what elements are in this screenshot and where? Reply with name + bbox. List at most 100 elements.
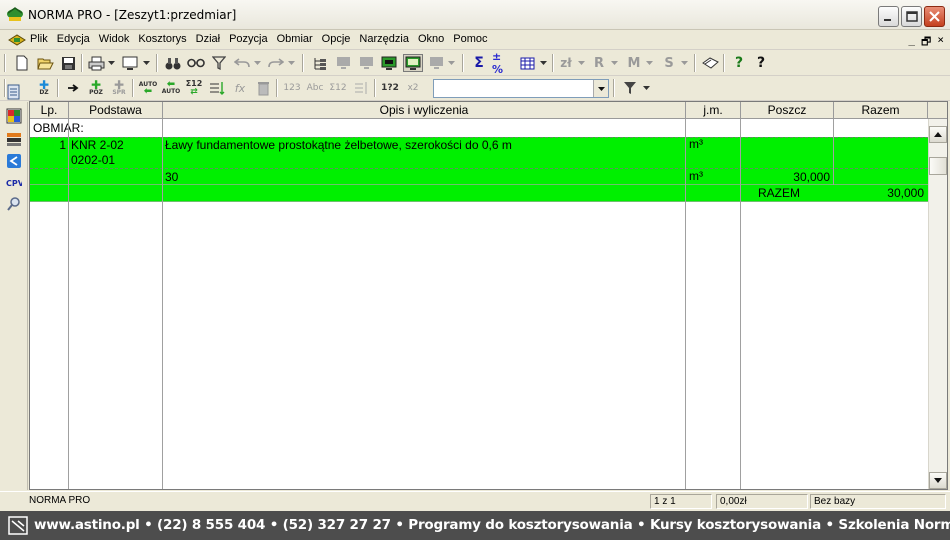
- materials-dropdown[interactable]: [644, 54, 654, 72]
- multiply-button[interactable]: x2: [403, 79, 423, 97]
- scroll-thumb[interactable]: [929, 157, 947, 175]
- funnel-dropdown[interactable]: [641, 79, 651, 97]
- menu-item-edycja[interactable]: Edycja: [57, 33, 90, 45]
- redo-button[interactable]: [266, 54, 286, 72]
- renumber-button[interactable]: Σ12 ⇄: [184, 79, 204, 97]
- preview-button[interactable]: [120, 54, 140, 72]
- title-bar[interactable]: NORMA PRO - [Zeszyt1:przedmiar]: [0, 0, 950, 30]
- footer-text[interactable]: www.astino.pl • (22) 8 555 404 • (52) 32…: [34, 517, 950, 533]
- delete-button[interactable]: [253, 79, 273, 97]
- mdi-minimize-button[interactable]: _: [908, 33, 915, 52]
- view-dropdown[interactable]: [446, 54, 456, 72]
- menu-item-plik[interactable]: Plik: [30, 33, 48, 45]
- book-button[interactable]: [700, 54, 720, 72]
- print-button[interactable]: [86, 54, 106, 72]
- column-header-podstawa[interactable]: Podstawa: [69, 102, 163, 119]
- help-button[interactable]: ?: [729, 54, 749, 72]
- scroll-down-button[interactable]: [929, 472, 947, 489]
- print-dropdown[interactable]: [106, 54, 116, 72]
- materials-button[interactable]: M: [624, 54, 644, 72]
- calc-poszcz[interactable]: 30,000: [741, 170, 830, 184]
- row-lp[interactable]: 1: [30, 138, 66, 152]
- add-section-button[interactable]: ✚ DZ: [34, 79, 54, 97]
- sum-razem[interactable]: 30,000: [834, 186, 924, 200]
- sum-button[interactable]: Σ: [469, 54, 489, 72]
- filter-combo-arrow[interactable]: [593, 80, 608, 97]
- minimize-button[interactable]: [878, 6, 899, 27]
- calc-opis[interactable]: 30: [165, 170, 178, 184]
- redo-dropdown[interactable]: [286, 54, 296, 72]
- menu-item-kosztorys[interactable]: Kosztorys: [138, 33, 186, 45]
- open-button[interactable]: [35, 54, 55, 72]
- menu-item-pozycja[interactable]: Pozycja: [229, 33, 268, 45]
- mdi-close-button[interactable]: ×: [937, 33, 944, 52]
- search-icon[interactable]: [6, 196, 22, 212]
- mdi-restore-button[interactable]: 🗗: [921, 33, 931, 52]
- menu-item-dział[interactable]: Dział: [196, 33, 220, 45]
- green-screen-button[interactable]: [379, 54, 399, 72]
- menu-item-obmiar[interactable]: Obmiar: [277, 33, 313, 45]
- currency-button[interactable]: zł: [556, 54, 576, 72]
- close-button[interactable]: [924, 6, 945, 27]
- jump-button[interactable]: [63, 79, 83, 97]
- percent-button[interactable]: ±%: [492, 50, 512, 76]
- cpv-icon[interactable]: CPV: [6, 174, 22, 190]
- menu-item-okno[interactable]: Okno: [418, 33, 444, 45]
- auto-down-button[interactable]: ⬅ AUTO: [161, 79, 181, 97]
- table-dropdown[interactable]: [538, 54, 548, 72]
- find-button[interactable]: [163, 54, 183, 72]
- menu-item-opcje[interactable]: Opcje: [322, 33, 351, 45]
- tree-view-button[interactable]: [310, 54, 330, 72]
- undo-button[interactable]: [232, 54, 252, 72]
- document-menu-icon[interactable]: [8, 33, 26, 47]
- calc-jm[interactable]: m³: [689, 169, 703, 183]
- row-jm[interactable]: m³: [689, 137, 703, 151]
- filter-button[interactable]: [209, 54, 229, 72]
- funnel-filter-button[interactable]: [620, 79, 640, 97]
- text-button[interactable]: Abc: [305, 79, 325, 97]
- numbers-button[interactable]: 123: [282, 79, 302, 97]
- active-view-button[interactable]: [403, 54, 423, 72]
- sum-numbers-button[interactable]: Σ12: [328, 79, 348, 97]
- add-check-button[interactable]: ✚ SPR: [109, 79, 129, 97]
- column-header-poszcz[interactable]: Poszcz: [741, 102, 834, 119]
- column-header-lp[interactable]: Lp.: [30, 102, 69, 119]
- context-help-button[interactable]: ?: [751, 54, 771, 72]
- color-palette-icon[interactable]: [6, 108, 22, 124]
- equipment-button[interactable]: S: [659, 54, 679, 72]
- glasses-button[interactable]: [186, 54, 206, 72]
- undo-dropdown[interactable]: [252, 54, 262, 72]
- save-button[interactable]: [58, 54, 78, 72]
- reorder-button[interactable]: [207, 79, 227, 97]
- equipment-dropdown[interactable]: [679, 54, 689, 72]
- column-header-opis[interactable]: Opis i wyliczenia: [163, 102, 686, 119]
- labor-dropdown[interactable]: [609, 54, 619, 72]
- view-button-c[interactable]: [426, 54, 446, 72]
- column-header-jm[interactable]: j.m.: [686, 102, 741, 119]
- menu-item-pomoc[interactable]: Pomoc: [453, 33, 487, 45]
- labor-button[interactable]: R: [589, 54, 609, 72]
- column-header-razem[interactable]: Razem: [834, 102, 928, 119]
- currency-dropdown[interactable]: [576, 54, 586, 72]
- view-button-a[interactable]: [333, 54, 353, 72]
- row-podstawa-line2[interactable]: 0202-01: [71, 153, 115, 167]
- stack-icon[interactable]: [6, 131, 22, 147]
- formula-button[interactable]: fx: [230, 79, 250, 97]
- vertical-scrollbar[interactable]: [928, 119, 947, 489]
- preview-dropdown[interactable]: [141, 54, 151, 72]
- add-position-button[interactable]: ✚ POZ: [86, 79, 106, 97]
- menu-item-narzędzia[interactable]: Narzędzia: [359, 33, 409, 45]
- document-icon[interactable]: [6, 84, 22, 100]
- sort-button[interactable]: [351, 79, 371, 97]
- auto-up-button[interactable]: AUTO ⬅: [138, 79, 158, 97]
- filter-combo[interactable]: [433, 79, 609, 98]
- scroll-up-button[interactable]: [929, 126, 947, 143]
- row-opis[interactable]: Ławy fundamentowe prostokątne żelbetowe,…: [165, 138, 512, 152]
- view-button-b[interactable]: [356, 54, 376, 72]
- table-button[interactable]: [517, 54, 537, 72]
- row-podstawa-line1[interactable]: KNR 2-02: [71, 138, 124, 152]
- menu-item-widok[interactable]: Widok: [99, 33, 130, 45]
- share-icon[interactable]: [6, 153, 22, 169]
- new-document-button[interactable]: [12, 54, 32, 72]
- fraction-button[interactable]: 1?2: [380, 79, 400, 97]
